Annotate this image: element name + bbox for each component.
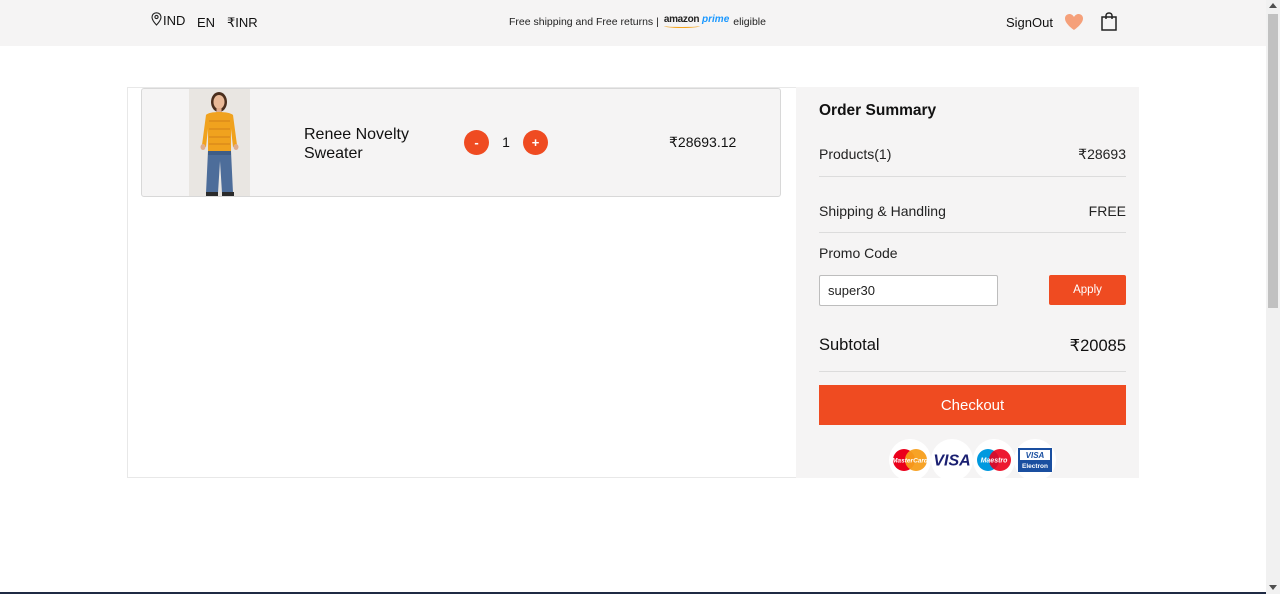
shopping-bag-icon[interactable] xyxy=(1101,12,1117,31)
subtotal-value: ₹20085 xyxy=(1069,337,1126,355)
product-name[interactable]: Renee Novelty Sweater xyxy=(304,125,444,163)
scroll-down-arrow-icon[interactable] xyxy=(1269,585,1277,590)
product-image[interactable] xyxy=(189,89,250,196)
visa-electron-top-text: VISA xyxy=(1026,451,1045,460)
products-count-label: Products(1) xyxy=(819,146,892,162)
shipping-label: Shipping & Handling xyxy=(819,203,946,219)
location-selector[interactable]: IND xyxy=(151,12,186,28)
scroll-up-arrow-icon[interactable] xyxy=(1269,3,1277,8)
mastercard-text: MasterCard xyxy=(892,458,929,465)
prime-logo-prime: prime xyxy=(702,14,730,25)
wishlist-heart-icon[interactable] xyxy=(1064,13,1084,31)
maestro-icon: Maestro xyxy=(973,439,1015,481)
location-label: IND xyxy=(163,13,186,28)
signout-link[interactable]: SignOut xyxy=(1006,15,1053,30)
promo-code-label: Promo Code xyxy=(819,245,898,261)
shipping-text: Free shipping and Free returns | xyxy=(509,15,659,28)
currency-selector[interactable]: ₹INR xyxy=(227,15,258,31)
language-selector[interactable]: EN xyxy=(197,15,215,30)
shipping-value: FREE xyxy=(1088,203,1126,219)
products-total-value: ₹28693 xyxy=(1078,146,1126,162)
quantity-value: 1 xyxy=(502,134,510,150)
maestro-text: Maestro xyxy=(981,458,1009,465)
visa-electron-bottom-text: Electron xyxy=(1022,463,1048,470)
vertical-scrollbar[interactable] xyxy=(1266,0,1280,594)
order-summary-title: Order Summary xyxy=(819,102,937,119)
amazon-prime-logo: amazon prime xyxy=(663,14,730,28)
increase-quantity-button[interactable]: + xyxy=(523,130,548,155)
mastercard-icon: MasterCard xyxy=(889,439,931,481)
decrease-quantity-button[interactable]: - xyxy=(464,130,489,155)
shipping-banner: Free shipping and Free returns | amazon … xyxy=(509,15,766,28)
summary-divider xyxy=(819,371,1126,372)
subtotal-label: Subtotal xyxy=(819,336,880,354)
scrollbar-thumb[interactable] xyxy=(1268,14,1278,308)
product-photo-sweater xyxy=(189,89,250,196)
item-price: ₹28693.12 xyxy=(669,134,737,150)
summary-divider xyxy=(819,232,1126,233)
top-bar: IND EN ₹INR Free shipping and Free retur… xyxy=(0,0,1266,46)
location-pin-icon xyxy=(151,12,162,26)
summary-divider xyxy=(819,176,1126,177)
checkout-button[interactable]: Checkout xyxy=(819,385,1126,425)
visa-icon: VISA xyxy=(931,439,973,481)
visa-electron-icon: VISA Electron xyxy=(1014,439,1056,481)
apply-promo-button[interactable]: Apply xyxy=(1049,275,1126,305)
eligible-text: eligible xyxy=(733,15,766,28)
visa-text: VISA xyxy=(933,453,970,470)
promo-code-input[interactable] xyxy=(819,275,998,306)
amazon-smile-icon xyxy=(663,24,700,28)
